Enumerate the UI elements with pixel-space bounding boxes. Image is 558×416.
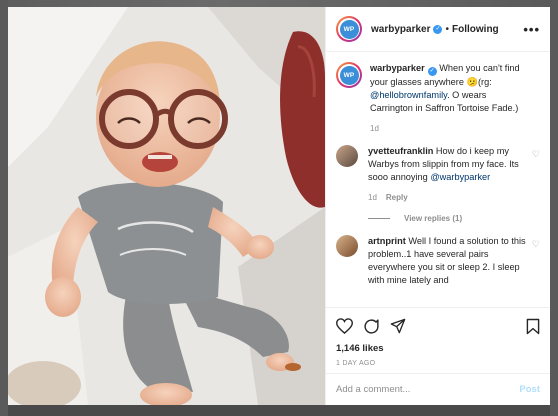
separator-dot: • <box>445 23 449 35</box>
like-comment-heart-icon[interactable]: ♡ <box>532 149 540 160</box>
backdrop-right-strip <box>550 0 558 416</box>
verified-badge-icon: ✓ <box>433 24 443 34</box>
comment-bubble-icon[interactable] <box>363 318 380 335</box>
add-comment-bar: Add a comment... Post <box>326 373 550 405</box>
view-replies-button[interactable]: View replies (1) <box>368 214 540 223</box>
post-header: WP warbyparker ✓ • Following ••• <box>326 7 550 52</box>
post-date[interactable]: 1 DAY AGO <box>336 360 540 367</box>
emoji-icon: 🫤 <box>466 77 478 87</box>
author-avatar-text: WP <box>339 19 359 39</box>
comment-text: artnprint Well I found a solution to thi… <box>368 235 540 287</box>
caption-avatar-text: WP <box>339 65 359 85</box>
following-button[interactable]: Following <box>452 24 499 35</box>
post-sidebar: WP warbyparker ✓ • Following ••• WP warb… <box>325 7 550 405</box>
caption-text: warbyparker ✓ When you can't find your gl… <box>370 62 540 115</box>
more-options-icon[interactable]: ••• <box>523 22 540 37</box>
baby-photo-illustration <box>8 7 325 405</box>
replies-line <box>368 218 390 219</box>
post-photo[interactable] <box>8 7 325 405</box>
like-comment-heart-icon[interactable]: ♡ <box>532 239 540 250</box>
comment-item: yvetteufranklin How do i keep my Warbys … <box>336 145 540 202</box>
action-icons <box>336 316 540 336</box>
backdrop-bottom-strip <box>8 404 550 416</box>
post-comment-button[interactable]: Post <box>519 384 540 395</box>
post-actions: 1,146 likes 1 DAY AGO <box>326 307 550 373</box>
mention-link[interactable]: @hellobrownfamily <box>370 90 447 100</box>
caption-meta: 1d <box>370 124 540 133</box>
reply-button[interactable]: Reply <box>386 193 408 202</box>
comment-text: yvetteufranklin How do i keep my Warbys … <box>368 145 540 184</box>
caption-time[interactable]: 1d <box>370 124 379 133</box>
caption-body-2: (rg: <box>477 77 492 87</box>
commenter-avatar[interactable] <box>336 145 358 167</box>
likes-count[interactable]: 1,146 likes <box>336 343 540 354</box>
backdrop-left-strip <box>0 0 8 416</box>
view-replies-label: View replies (1) <box>404 214 463 223</box>
comment-item: artnprint Well I found a solution to thi… <box>336 235 540 287</box>
post-modal: WP warbyparker ✓ • Following ••• WP warb… <box>8 7 550 405</box>
commenter-username[interactable]: artnprint <box>368 236 406 246</box>
like-heart-icon[interactable] <box>336 318 353 334</box>
comment-meta: 1d Reply <box>368 193 540 202</box>
add-comment-input[interactable]: Add a comment... <box>336 384 410 395</box>
save-bookmark-icon[interactable] <box>526 318 540 335</box>
comment-time[interactable]: 1d <box>368 193 377 202</box>
caption-comment: WP warbyparker ✓ When you can't find your… <box>336 62 540 133</box>
commenter-avatar[interactable] <box>336 235 358 257</box>
caption-avatar[interactable]: WP <box>336 62 362 88</box>
mention-link[interactable]: @warbyparker <box>430 172 490 182</box>
author-avatar[interactable]: WP <box>336 16 362 42</box>
share-send-icon[interactable] <box>390 318 406 334</box>
verified-badge-icon: ✓ <box>427 67 437 76</box>
commenter-username[interactable]: yvetteufranklin <box>368 146 433 156</box>
author-username[interactable]: warbyparker <box>371 24 430 35</box>
comments-list[interactable]: WP warbyparker ✓ When you can't find your… <box>326 52 550 307</box>
caption-username[interactable]: warbyparker <box>370 63 425 73</box>
